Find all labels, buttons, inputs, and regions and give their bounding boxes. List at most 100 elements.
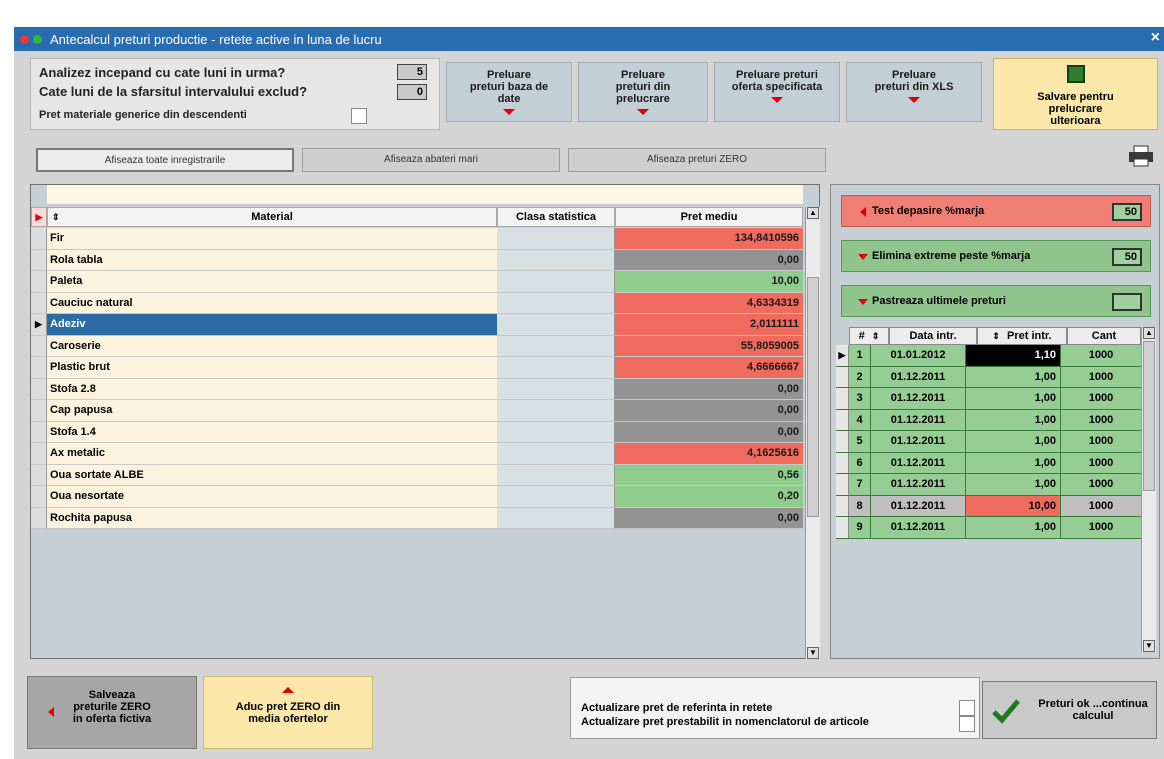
class-cell[interactable] bbox=[497, 400, 615, 422]
entry-price-cell[interactable]: 1,00 bbox=[966, 431, 1061, 453]
generic-materials-checkbox[interactable] bbox=[351, 108, 367, 124]
entry-number-cell[interactable]: 8 bbox=[849, 495, 871, 517]
entry-price-header[interactable]: ⇕ Pret intr. bbox=[977, 327, 1067, 345]
entry-number-cell[interactable]: 5 bbox=[849, 431, 871, 453]
entry-number-cell[interactable]: 2 bbox=[849, 366, 871, 388]
entry-number-cell[interactable]: 7 bbox=[849, 474, 871, 496]
table-row[interactable]: Cauciuc natural 4,6334319 bbox=[31, 292, 804, 314]
class-cell[interactable] bbox=[497, 271, 615, 293]
material-cell[interactable]: Oua nesortate bbox=[47, 486, 511, 508]
entry-number-header[interactable]: # ⇕ bbox=[849, 327, 889, 345]
entry-qty-cell[interactable]: 1000 bbox=[1061, 452, 1141, 474]
bring-zero-price-button[interactable]: Aduc pret ZERO din media ofertelor bbox=[203, 676, 373, 749]
entry-number-cell[interactable]: 3 bbox=[849, 388, 871, 410]
table-row[interactable]: Fir 134,8410596 bbox=[31, 228, 804, 250]
entry-row[interactable]: 9 01.12.2011 1,00 1000 bbox=[836, 517, 1141, 539]
entry-price-cell[interactable]: 1,00 bbox=[966, 452, 1061, 474]
class-cell[interactable] bbox=[497, 378, 615, 400]
filter-row-material[interactable] bbox=[47, 185, 497, 205]
entry-qty-cell[interactable]: 1000 bbox=[1061, 366, 1141, 388]
entry-date-cell[interactable]: 01.12.2011 bbox=[871, 452, 966, 474]
row-indicator[interactable] bbox=[31, 228, 47, 250]
row-indicator[interactable] bbox=[31, 507, 47, 529]
close-icon[interactable]: × bbox=[1151, 29, 1160, 47]
table-row[interactable]: Stofa 1.4 0,00 bbox=[31, 421, 804, 443]
entry-row[interactable]: 3 01.12.2011 1,00 1000 bbox=[836, 388, 1141, 410]
save-for-later-button[interactable]: Salvare pentru prelucrare ulterioara bbox=[993, 58, 1158, 130]
entry-date-cell[interactable]: 01.01.2012 bbox=[871, 345, 966, 367]
entry-date-cell[interactable]: 01.12.2011 bbox=[871, 388, 966, 410]
entry-date-cell[interactable]: 01.12.2011 bbox=[871, 431, 966, 453]
price-cell[interactable]: 4,6334319 bbox=[615, 292, 803, 314]
material-cell[interactable]: Paleta bbox=[47, 271, 511, 293]
window-green-dot-icon[interactable] bbox=[33, 34, 42, 44]
months-back-input[interactable]: 5 bbox=[397, 64, 427, 80]
test-margin-bar[interactable]: Test depasire %marja 50 bbox=[841, 195, 1151, 227]
row-indicator[interactable] bbox=[31, 249, 47, 271]
entry-row[interactable]: ▶ 1 01.01.2012 1,10 1000 bbox=[836, 345, 1141, 367]
material-cell[interactable]: Rochita papusa bbox=[47, 507, 511, 529]
entry-qty-header[interactable]: Cant bbox=[1067, 327, 1141, 345]
printer-icon[interactable] bbox=[1128, 145, 1154, 167]
entry-number-cell[interactable]: 9 bbox=[849, 517, 871, 539]
price-column-header[interactable]: Pret mediu bbox=[615, 207, 803, 227]
class-cell[interactable] bbox=[497, 357, 615, 379]
material-cell[interactable]: Oua sortate ALBE bbox=[47, 464, 511, 486]
entry-qty-cell[interactable]: 1000 bbox=[1061, 388, 1141, 410]
entry-qty-cell[interactable]: 1000 bbox=[1061, 495, 1141, 517]
row-indicator[interactable] bbox=[31, 443, 47, 465]
price-cell[interactable]: 0,00 bbox=[615, 421, 803, 443]
class-cell[interactable] bbox=[497, 443, 615, 465]
entry-qty-cell[interactable]: 1000 bbox=[1061, 517, 1141, 539]
keep-last-prices-input[interactable] bbox=[1112, 293, 1142, 311]
filter-row-price[interactable] bbox=[615, 185, 803, 205]
scroll-thumb[interactable] bbox=[1143, 341, 1155, 491]
table-row[interactable]: Cap papusa 0,00 bbox=[31, 400, 804, 422]
material-cell[interactable]: Adeziv bbox=[47, 314, 511, 336]
entries-scrollbar[interactable]: ▲ ▼ bbox=[1141, 327, 1156, 652]
keep-last-prices-bar[interactable]: Pastreaza ultimele preturi bbox=[841, 285, 1151, 317]
price-cell[interactable]: 55,8059005 bbox=[615, 335, 803, 357]
import-processing-prices-button[interactable]: Preluare preturi din prelucrare bbox=[578, 62, 708, 122]
months-excluded-input[interactable]: 0 bbox=[397, 84, 427, 100]
scroll-down-icon[interactable]: ▼ bbox=[1143, 640, 1155, 652]
show-zero-prices-button[interactable]: Afiseaza preturi ZERO bbox=[568, 148, 826, 172]
table-row[interactable]: Plastic brut 4,6666667 bbox=[31, 357, 804, 379]
entry-date-cell[interactable]: 01.12.2011 bbox=[871, 474, 966, 496]
row-indicator[interactable] bbox=[31, 271, 47, 293]
entry-price-cell[interactable]: 1,00 bbox=[966, 388, 1061, 410]
scroll-down-icon[interactable]: ▼ bbox=[807, 647, 819, 659]
entry-row-indicator[interactable]: ▶ bbox=[836, 345, 849, 367]
entry-row-indicator[interactable] bbox=[836, 431, 849, 453]
material-column-header[interactable]: ⇕ Material bbox=[47, 207, 497, 227]
entry-row-indicator[interactable] bbox=[836, 409, 849, 431]
table-row[interactable]: Stofa 2.8 0,00 bbox=[31, 378, 804, 400]
test-margin-input[interactable]: 50 bbox=[1112, 203, 1142, 221]
entry-row[interactable]: 4 01.12.2011 1,00 1000 bbox=[836, 409, 1141, 431]
class-cell[interactable] bbox=[497, 249, 615, 271]
price-cell[interactable]: 4,6666667 bbox=[615, 357, 803, 379]
eliminate-extremes-bar[interactable]: Elimina extreme peste %marja 50 bbox=[841, 240, 1151, 272]
class-cell[interactable] bbox=[497, 507, 615, 529]
window-red-dot-icon[interactable] bbox=[20, 34, 29, 44]
entry-row[interactable]: 7 01.12.2011 1,00 1000 bbox=[836, 474, 1141, 496]
material-cell[interactable]: Stofa 1.4 bbox=[47, 421, 511, 443]
price-cell[interactable]: 2,0111111 bbox=[615, 314, 803, 336]
row-indicator[interactable]: ▶ bbox=[31, 314, 47, 336]
import-offer-prices-button[interactable]: Preluare preturi oferta specificata bbox=[714, 62, 840, 122]
scroll-up-icon[interactable]: ▲ bbox=[1143, 327, 1155, 339]
entry-date-cell[interactable]: 01.12.2011 bbox=[871, 517, 966, 539]
filter-row-class[interactable] bbox=[497, 185, 615, 205]
entry-qty-cell[interactable]: 1000 bbox=[1061, 345, 1141, 367]
eliminate-extremes-input[interactable]: 50 bbox=[1112, 248, 1142, 266]
class-cell[interactable] bbox=[497, 228, 615, 250]
price-cell[interactable]: 0,00 bbox=[615, 400, 803, 422]
material-cell[interactable]: Fir bbox=[47, 228, 511, 250]
row-indicator[interactable] bbox=[31, 421, 47, 443]
material-cell[interactable]: Stofa 2.8 bbox=[47, 378, 511, 400]
class-cell[interactable] bbox=[497, 314, 615, 336]
update-reference-checkbox[interactable] bbox=[959, 700, 975, 716]
row-indicator[interactable] bbox=[31, 464, 47, 486]
table-row[interactable]: Caroserie 55,8059005 bbox=[31, 335, 804, 357]
table-row[interactable]: Rola tabla 0,00 bbox=[31, 249, 804, 271]
